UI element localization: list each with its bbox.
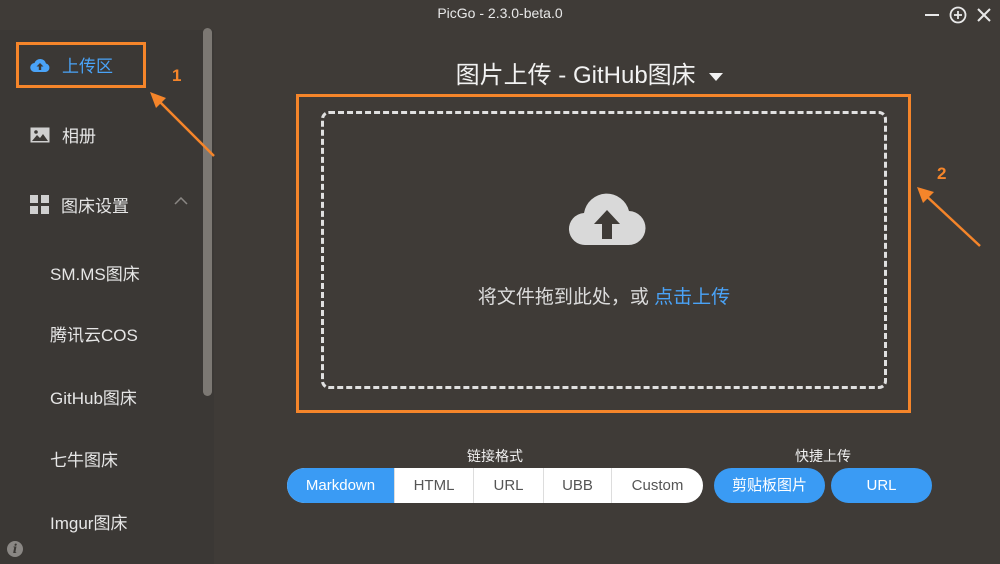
sidebar-subitem-label: 腾讯云COS [50,326,138,345]
link-format-selector: Markdown HTML URL UBB Custom [287,468,703,503]
sidebar-scrollbar[interactable] [203,28,212,396]
sidebar-subitem-label: 七牛图床 [50,451,118,470]
click-upload-link[interactable]: 点击上传 [654,287,730,308]
sidebar-item-picbed-settings[interactable]: 图床设置 [30,192,129,217]
grid-menu-icon [30,195,49,214]
minimize-icon[interactable] [923,6,941,24]
url-upload-button[interactable]: URL [831,468,932,503]
sidebar-subitem-label: SM.MS图床 [50,265,140,284]
chevron-up-icon[interactable] [174,197,188,205]
annotation-arrow-2 [917,187,981,247]
sidebar-subitem-qiniu[interactable]: 七牛图床 [50,446,118,471]
dropzone-text: 将文件拖到此处，或 点击上传 [324,282,884,309]
annotation-number-2: 2 [937,164,947,183]
sidebar-subitem-label: GitHub图床 [50,389,137,408]
sidebar-subitem-imgur[interactable]: Imgur图床 [50,509,127,534]
sidebar-subitem-tencent-cos[interactable]: 腾讯云COS [50,321,138,346]
sidebar-item-album[interactable]: 相册 [30,122,96,147]
link-format-html[interactable]: HTML [394,468,473,503]
picture-icon [30,127,50,142]
link-format-label: 链接格式 [467,448,523,464]
maximize-icon[interactable] [949,6,967,24]
window-title: PicGo - 2.3.0-beta.0 [437,5,563,21]
clipboard-image-button[interactable]: 剪贴板图片 [714,468,825,503]
sidebar-subitem-label: Imgur图床 [50,514,128,533]
quick-upload-label: 快捷上传 [795,448,851,464]
close-icon[interactable] [975,6,993,24]
sidebar-subitem-smms[interactable]: SM.MS图床 [50,260,140,285]
info-icon[interactable]: i [7,541,23,557]
annotation-number-1: 1 [172,66,182,85]
annotation-arrow-1 [150,92,215,157]
link-format-custom[interactable]: Custom [611,468,703,503]
link-format-markdown[interactable]: Markdown [287,468,394,503]
title-bar: PicGo - 2.3.0-beta.0 [0,0,1000,30]
dropzone-hint: 将文件拖到此处，或 [477,287,655,308]
upload-dropzone[interactable]: 将文件拖到此处，或 点击上传 [321,111,887,389]
page-title[interactable]: 图片上传 - GitHub图床 [400,55,780,90]
sidebar-item-label: 相册 [62,127,96,146]
annotation-box-1 [16,42,146,88]
sidebar-item-label: 图床设置 [61,197,129,216]
link-format-url[interactable]: URL [473,468,543,503]
link-format-ubb[interactable]: UBB [543,468,611,503]
upload-cloud-icon [568,193,646,246]
sidebar-subitem-github[interactable]: GitHub图床 [50,384,137,409]
page-title-text: 图片上传 - GitHub图床 [455,62,696,89]
caret-down-icon[interactable] [708,72,724,82]
